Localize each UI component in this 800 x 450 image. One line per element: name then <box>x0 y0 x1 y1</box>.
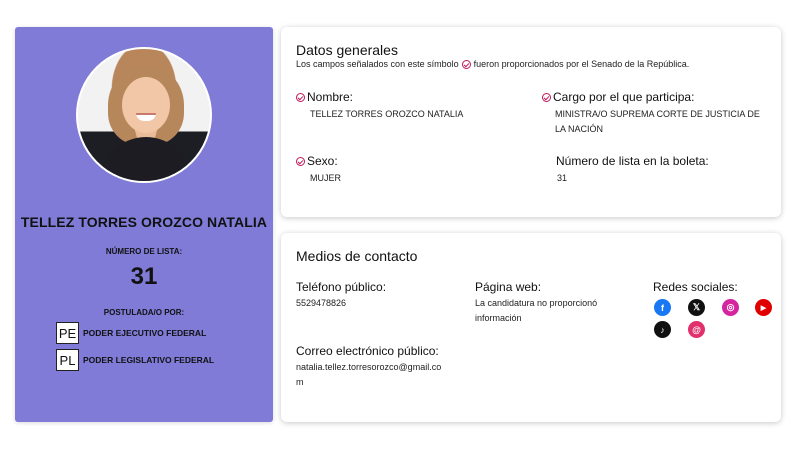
contact-title: Medios de contacto <box>296 248 418 264</box>
power-label-legislative: PODER LEGISLATIVO FEDERAL <box>83 355 215 365</box>
power-badge-pe: PE <box>56 322 79 344</box>
ballot-number-value: 31 <box>557 173 568 183</box>
nominating-power-executive: PE PODER EJECUTIVO FEDERAL <box>56 322 206 344</box>
x-icon[interactable]: 𝕏 <box>688 299 705 316</box>
tiktok-icon[interactable]: ♪ <box>654 321 671 338</box>
sex-field-label: Sexo: <box>296 154 338 168</box>
website-value: La candidatura no proporcionó informació… <box>475 298 598 323</box>
contact-card: Medios de contacto Teléfono público: 552… <box>281 233 781 422</box>
general-data-card: Datos generales Los campos señalados con… <box>281 27 781 217</box>
candidate-name: TELLEZ TORRES OROZCO NATALIA <box>20 214 268 230</box>
email-label: Correo electrónico público: <box>296 344 439 358</box>
check-circle-icon <box>296 92 305 102</box>
candidate-profile-card: TELLEZ TORRES OROZCO NATALIA NÚMERO DE L… <box>15 27 273 422</box>
general-data-title: Datos generales <box>296 42 398 58</box>
phone-value: 5529478826 <box>296 298 347 308</box>
power-label-executive: PODER EJECUTIVO FEDERAL <box>83 328 207 338</box>
candidate-photo <box>76 47 212 183</box>
sex-field-value: MUJER <box>310 173 341 183</box>
senate-note: Los campos señalados con este símbolo fu… <box>296 59 690 69</box>
phone-label: Teléfono público: <box>296 280 387 294</box>
social-networks-label: Redes sociales: <box>653 280 738 294</box>
email-value[interactable]: natalia.tellez.torresorozco@gmail.co m <box>296 360 441 390</box>
facebook-icon[interactable]: f <box>654 299 671 316</box>
instagram-icon[interactable]: ◎ <box>722 299 739 316</box>
position-field-label: Cargo por el que participa: <box>542 90 694 104</box>
check-circle-icon <box>542 92 551 102</box>
threads-icon[interactable]: @ <box>688 321 705 338</box>
nominating-power-legislative: PL PODER LEGISLATIVO FEDERAL <box>56 349 214 371</box>
name-field-label: Nombre: <box>296 90 353 104</box>
ballot-number-label: Número de lista en la boleta: <box>556 154 709 168</box>
nominated-by-label: POSTULADA/O POR: <box>103 308 185 317</box>
name-field-value: TELLEZ TORRES OROZCO NATALIA <box>310 109 464 119</box>
power-badge-pl: PL <box>56 349 79 371</box>
youtube-icon[interactable]: ▶ <box>755 299 772 316</box>
check-circle-icon <box>461 59 471 69</box>
list-number-label: NÚMERO DE LISTA: <box>105 247 183 256</box>
position-field-value: MINISTRA/O SUPREMA CORTE DE JUSTICIA DE … <box>555 109 760 134</box>
check-circle-icon <box>296 156 305 166</box>
website-label: Página web: <box>475 280 542 294</box>
list-number-value: 31 <box>130 263 158 290</box>
